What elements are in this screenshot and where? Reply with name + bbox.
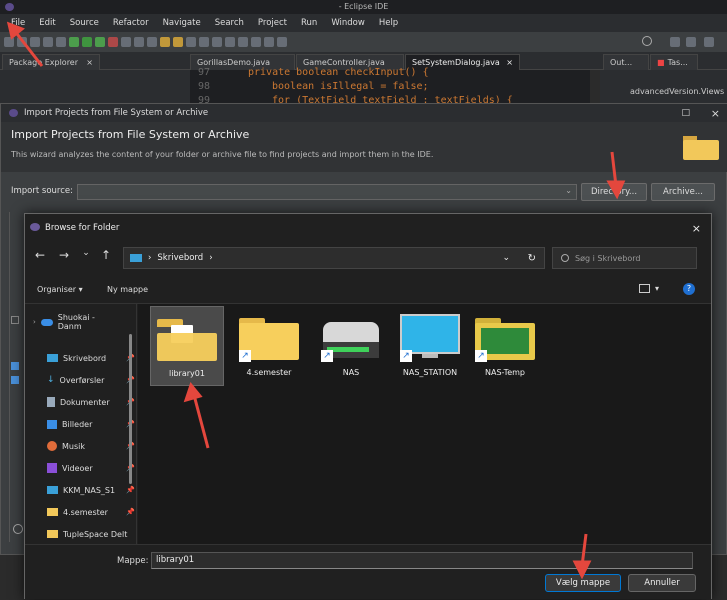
arrowhead-icon (572, 560, 592, 580)
arrowhead-icon (606, 180, 626, 200)
annotation-arrow-library01 (192, 394, 210, 449)
arrowhead-icon (183, 381, 203, 403)
annotation-arrows (6, 21, 626, 580)
annotation-arrow-file (12, 29, 44, 67)
arrowhead-icon (6, 21, 25, 40)
annotation-layer (6, 21, 626, 580)
